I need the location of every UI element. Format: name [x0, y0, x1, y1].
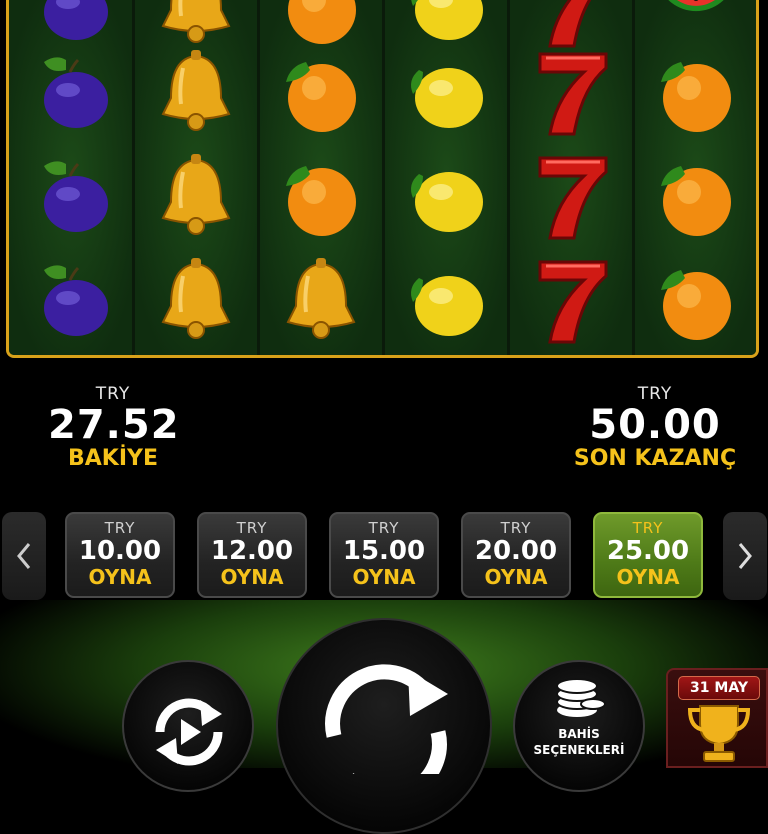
bet-play-label: OYNA [88, 565, 152, 589]
reel-area [6, 0, 759, 358]
balance-display: TRY 27.52 BAKİYE [48, 384, 180, 472]
bet-value: 10.00 [78, 536, 162, 566]
bet-option-5-selected[interactable]: TRY 25.00 OYNA [593, 512, 703, 598]
bet-value: 25.00 [606, 536, 690, 566]
autoplay-icon [155, 698, 223, 766]
plum-symbol [26, 0, 116, 50]
seven-symbol [526, 256, 616, 346]
bet-options-label-1: BAHİS [558, 727, 600, 741]
bet-play-label: OYNA [352, 565, 416, 589]
bet-options-button[interactable]: BAHİS SEÇENEKLERİ [513, 660, 645, 792]
spin-button[interactable] [276, 618, 492, 834]
lemon-symbol [401, 152, 491, 242]
plum-symbol [26, 256, 116, 346]
bet-play-label: OYNA [616, 565, 680, 589]
orange-symbol [276, 48, 366, 138]
bet-currency: TRY [236, 519, 268, 537]
last-win-amount: 50.00 [589, 402, 721, 448]
bet-value: 12.00 [210, 536, 294, 566]
plum-symbol [26, 48, 116, 138]
chevron-left-icon [17, 543, 31, 569]
reel-divider [132, 0, 135, 355]
bet-option-1[interactable]: TRY 10.00 OYNA [65, 512, 175, 598]
balance-currency: TRY [95, 384, 131, 404]
tournament-panel[interactable]: 31 MAY [666, 668, 768, 768]
reel-divider [507, 0, 510, 355]
orange-symbol [276, 152, 366, 242]
bell-symbol [151, 256, 241, 346]
plum-symbol [26, 152, 116, 242]
autoplay-button[interactable] [122, 660, 254, 792]
bet-option-4[interactable]: TRY 20.00 OYNA [461, 512, 571, 598]
bet-value: 15.00 [342, 536, 426, 566]
bell-symbol [151, 48, 241, 138]
lemon-symbol [401, 48, 491, 138]
last-win-label: SON KAZANÇ [573, 446, 737, 471]
lemon-symbol [401, 256, 491, 346]
orange-symbol [651, 256, 741, 346]
orange-symbol [276, 0, 366, 50]
lemon-symbol [401, 0, 491, 50]
bet-currency: TRY [368, 519, 400, 537]
bet-option-3[interactable]: TRY 15.00 OYNA [329, 512, 439, 598]
bet-scroll-right-button[interactable] [723, 512, 767, 600]
balance-amount: 27.52 [48, 402, 180, 448]
reel-divider [257, 0, 260, 355]
last-win-currency: TRY [637, 384, 673, 404]
reel-divider [632, 0, 635, 355]
bet-currency: TRY [500, 519, 532, 537]
reel-1 [9, 0, 134, 355]
reel-4 [384, 0, 509, 355]
bet-play-label: OYNA [484, 565, 548, 589]
tournament-date-badge: 31 MAY [678, 676, 760, 700]
reel-2 [134, 0, 259, 355]
bet-value: 20.00 [474, 536, 558, 566]
reel-3 [259, 0, 384, 355]
watermelon-symbol [651, 0, 741, 50]
bet-play-label: OYNA [220, 565, 284, 589]
bell-symbol [276, 256, 366, 346]
bet-currency: TRY [632, 519, 664, 537]
orange-symbol [651, 152, 741, 242]
last-win-display: TRY 50.00 SON KAZANÇ [570, 384, 740, 472]
bet-options-label-2: SEÇENEKLERİ [533, 743, 625, 757]
chevron-right-icon [738, 543, 752, 569]
chip-stack-icon [556, 678, 606, 717]
bell-symbol [151, 0, 241, 50]
reel-6 [634, 0, 756, 355]
spin-arrows-icon [325, 664, 448, 774]
bet-scroll-left-button[interactable] [2, 512, 46, 600]
reel-5 [509, 0, 634, 355]
balance-label: BAKİYE [68, 446, 158, 471]
bet-currency: TRY [104, 519, 136, 537]
bet-option-2[interactable]: TRY 12.00 OYNA [197, 512, 307, 598]
trophy-icon [687, 705, 751, 762]
bell-symbol [151, 152, 241, 242]
seven-symbol [526, 0, 616, 50]
seven-symbol [526, 48, 616, 138]
reel-divider [382, 0, 385, 355]
orange-symbol [651, 48, 741, 138]
seven-symbol [526, 152, 616, 242]
